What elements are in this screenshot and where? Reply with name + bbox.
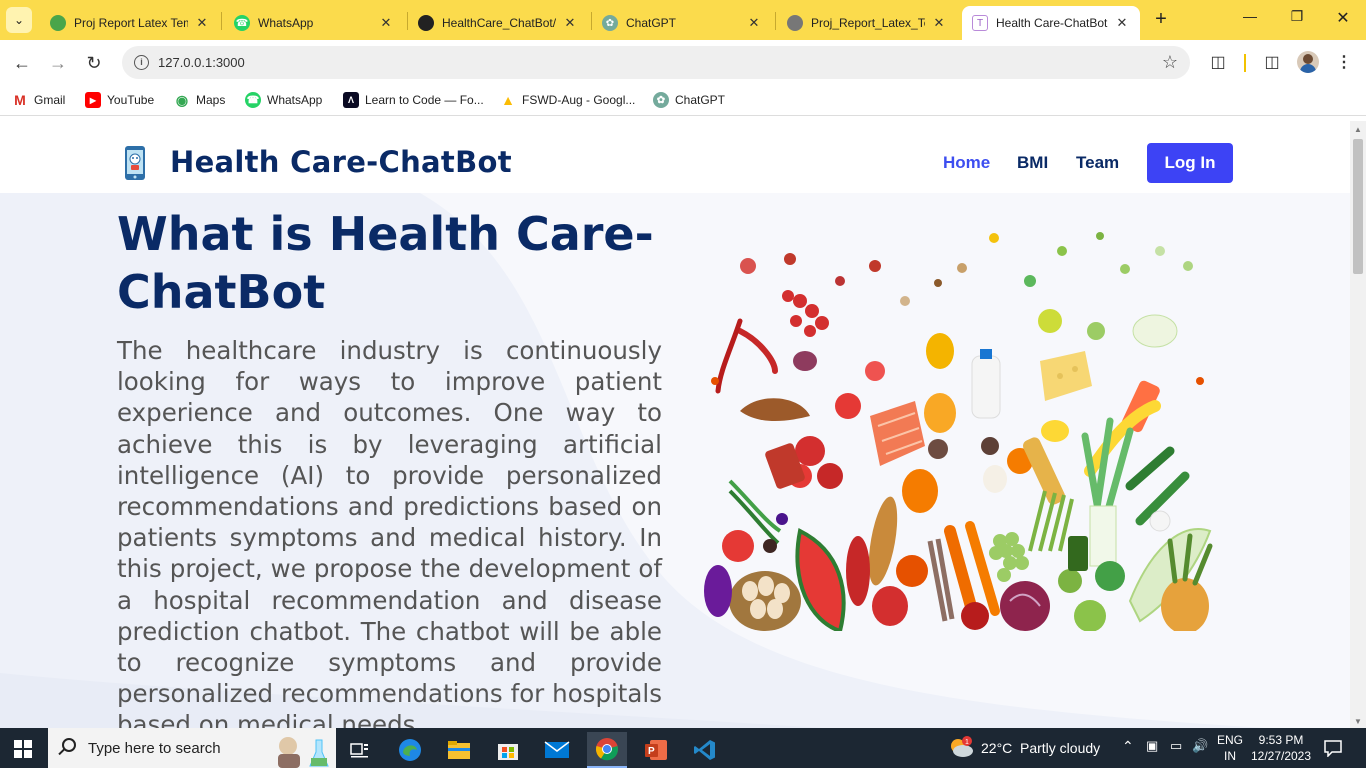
chevron-down-icon: ⌄ [13, 13, 25, 27]
page-scrollbar[interactable]: ▲ ▼ [1350, 121, 1366, 728]
tab-proj-report-2[interactable]: Proj_Report_Latex_Te ✕ [777, 6, 957, 40]
bookmark-whatsapp[interactable]: ☎ WhatsApp [245, 92, 322, 108]
bookmark-star-icon[interactable]: ☆ [1162, 52, 1178, 73]
maps-icon: ◉ [175, 91, 189, 108]
toolbar-divider [1244, 54, 1246, 72]
svg-text:1: 1 [965, 739, 969, 746]
bookmark-gmail[interactable]: M Gmail [12, 92, 65, 108]
bookmarks-bar: M Gmail ▶ YouTube ◉ Maps ☎ WhatsApp Λ Le… [0, 86, 1366, 116]
forward-icon[interactable]: → [46, 51, 70, 75]
fruits-vegetables-image [704, 232, 1213, 631]
volume-icon[interactable]: 🔊 [1192, 738, 1208, 754]
microsoft-store-icon[interactable] [488, 732, 528, 768]
site-navbar: Health Care-ChatBot Home BMI Team Log In [0, 121, 1350, 193]
side-panel-icon[interactable]: ◫ [1261, 52, 1283, 74]
address-url[interactable]: 127.0.0.1:3000 [158, 55, 245, 70]
language-indicator[interactable]: ENG IN [1215, 733, 1245, 763]
bookmark-drive[interactable]: ▲ FSWD-Aug - Googl... [500, 92, 635, 108]
whatsapp-icon: ☎ [234, 15, 250, 31]
battery-icon[interactable]: ▭ [1170, 738, 1182, 754]
browser-toolbar: ← → ↻ i 127.0.0.1:3000 ☆ ◫ ◫ ⋮ [0, 40, 1366, 86]
notification-icon[interactable] [1324, 739, 1342, 757]
more-menu-icon[interactable]: ⋮ [1333, 52, 1355, 74]
search-placeholder: Type here to search [88, 740, 221, 757]
hero-title: What is Health Care-ChatBot [117, 207, 654, 319]
chevron-up-icon[interactable]: ⌃ [1122, 738, 1134, 755]
weather-icon[interactable]: 1 [948, 736, 974, 760]
tab-github[interactable]: HealthCare_ChatBot/ ✕ [408, 6, 588, 40]
file-explorer-icon[interactable] [439, 732, 479, 768]
whatsapp-icon: ☎ [245, 92, 261, 108]
youtube-icon: ▶ [85, 92, 101, 108]
page-icon: T [972, 15, 988, 31]
search-icon [62, 738, 76, 752]
extensions-icon[interactable]: ◫ [1207, 52, 1229, 74]
close-icon[interactable]: ✕ [378, 15, 394, 31]
chatgpt-icon: ✿ [602, 15, 618, 31]
drive-icon: ▲ [501, 92, 515, 108]
edge-icon[interactable] [390, 732, 430, 768]
freecodecamp-icon: Λ [343, 92, 359, 108]
bookmark-maps[interactable]: ◉ Maps [174, 92, 225, 108]
chrome-icon[interactable] [587, 732, 627, 768]
close-icon[interactable]: ✕ [746, 15, 762, 31]
close-icon[interactable]: ✕ [194, 15, 210, 31]
restore-icon[interactable]: ❐ [1285, 8, 1309, 25]
new-tab-button[interactable]: + [1150, 8, 1172, 31]
tab-whatsapp[interactable]: ☎ WhatsApp ✕ [224, 6, 404, 40]
nav-home[interactable]: Home [943, 153, 990, 173]
bookmark-youtube[interactable]: ▶ YouTube [85, 92, 154, 108]
task-view-icon[interactable] [340, 732, 380, 768]
tab-search-button[interactable]: ⌄ [6, 7, 32, 33]
clock[interactable]: 9:53 PM 12/27/2023 [1248, 733, 1314, 763]
brand-title[interactable]: Health Care-ChatBot [170, 145, 512, 179]
chatbot-logo-icon[interactable] [122, 145, 148, 181]
search-highlight-icon [278, 737, 329, 768]
scroll-down-icon[interactable]: ▼ [1354, 717, 1362, 726]
globe-icon [787, 15, 803, 31]
close-icon[interactable]: ✕ [562, 15, 578, 31]
powerpoint-icon[interactable]: P [636, 732, 676, 768]
scroll-up-icon[interactable]: ▲ [1354, 125, 1362, 134]
weather-temp[interactable]: 22°C [981, 740, 1012, 756]
scrollbar-thumb[interactable] [1353, 139, 1363, 274]
close-icon[interactable]: ✕ [931, 15, 947, 31]
weather-condition[interactable]: Partly cloudy [1020, 740, 1100, 756]
nav-team[interactable]: Team [1076, 153, 1119, 173]
bookmark-chatgpt[interactable]: ✿ ChatGPT [653, 92, 725, 108]
tab-proj-report[interactable]: Proj Report Latex Tem ✕ [40, 6, 220, 40]
github-icon [418, 15, 434, 31]
svg-text:P: P [648, 746, 655, 757]
windows-start-icon[interactable] [14, 740, 32, 758]
site-info-icon[interactable]: i [134, 55, 149, 70]
close-icon[interactable]: ✕ [1114, 15, 1130, 31]
avatar[interactable] [1297, 51, 1319, 73]
tab-health-care-chatbot[interactable]: T Health Care-ChatBot ✕ [962, 6, 1140, 40]
back-icon[interactable]: ← [10, 51, 34, 75]
address-bar[interactable]: i 127.0.0.1:3000 ☆ [122, 46, 1190, 79]
overleaf-icon [50, 15, 66, 31]
hero-description: The healthcare industry is continuously … [117, 336, 662, 728]
reload-icon[interactable]: ↻ [82, 51, 106, 75]
tab-strip: ⌄ Proj Report Latex Tem ✕ ☎ WhatsApp ✕ H… [0, 0, 1366, 40]
mail-icon[interactable] [537, 732, 577, 768]
minimize-icon[interactable]: — [1238, 8, 1262, 24]
chatgpt-icon: ✿ [653, 92, 669, 108]
windows-taskbar: Type here to search P 1 22°C Partly clou… [0, 728, 1366, 768]
window-close-icon[interactable]: ✕ [1331, 8, 1355, 28]
login-button[interactable]: Log In [1147, 143, 1233, 183]
vscode-icon[interactable] [685, 732, 725, 768]
nav-bmi[interactable]: BMI [1017, 153, 1048, 173]
tab-chatgpt[interactable]: ✿ ChatGPT ✕ [592, 6, 772, 40]
bookmark-freecodecamp[interactable]: Λ Learn to Code — Fo... [343, 92, 484, 108]
gmail-icon: M [14, 92, 26, 108]
page-viewport: Health Care-ChatBot Home BMI Team Log In… [0, 121, 1350, 728]
meet-now-icon[interactable]: ▣ [1146, 738, 1158, 754]
taskbar-search[interactable]: Type here to search [48, 728, 336, 768]
